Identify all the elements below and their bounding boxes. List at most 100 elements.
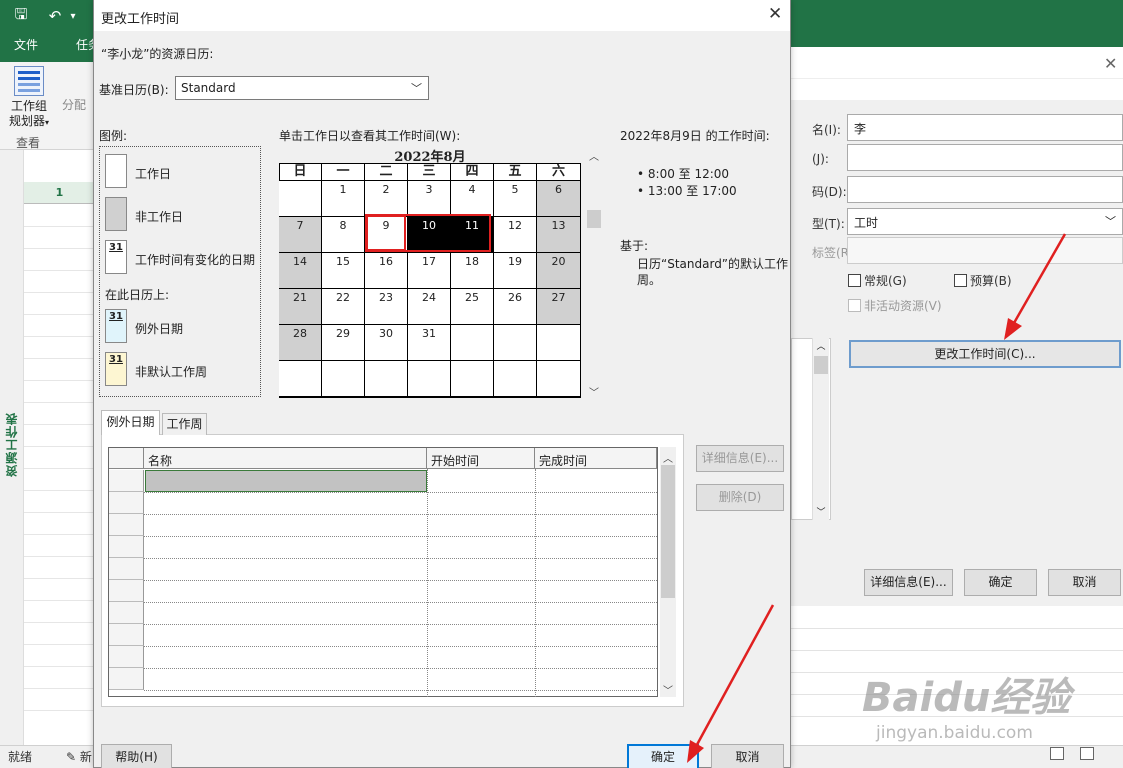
calendar-scrollbar[interactable]: ︿ ﹀ [586,146,602,400]
column-header-finish[interactable]: 完成时间 [535,448,657,469]
base-calendar-select[interactable]: Standard ﹀ [175,76,429,100]
calendar-day[interactable]: 8 [322,217,365,253]
calendar-day[interactable]: 2 [365,181,408,217]
calendar-day[interactable]: 18 [451,253,494,289]
calendar-day[interactable]: 21 [279,289,322,325]
calendar-day[interactable]: 19 [494,253,537,289]
checkbox-box[interactable] [848,274,861,287]
calendar-day[interactable]: 22 [322,289,365,325]
change-working-time-button[interactable]: 更改工作时间(C)... [849,340,1121,368]
chevron-down-icon: ﹀ [1105,215,1116,228]
active-cell[interactable] [145,470,427,492]
resource-ok-button[interactable]: 确定 [964,569,1037,596]
help-button[interactable]: 帮助(H) [101,744,172,768]
close-icon[interactable]: ✕ [768,4,782,24]
row-divider [144,514,657,515]
calendar-day[interactable]: 3 [408,181,451,217]
resource-type-select[interactable]: 工时 ﹀ [847,208,1123,235]
cancel-button[interactable]: 取消 [711,744,784,768]
column-header-name[interactable]: 名称 [144,448,427,469]
grid-line [24,248,95,249]
resource-code-field[interactable] [847,176,1123,203]
column-header-start[interactable]: 开始时间 [427,448,535,469]
calendar-day[interactable]: 20 [537,253,581,289]
delete-button[interactable]: 删除(D) [696,484,784,511]
calendar-day[interactable]: 26 [494,289,537,325]
resource-details-button[interactable]: 详细信息(E)... [864,569,953,596]
calendar-day[interactable]: 27 [537,289,581,325]
grid-line [24,226,95,227]
swatch-day-number: 31 [109,311,123,322]
row-header[interactable] [109,624,144,646]
team-planner-button[interactable]: 工作组 规划器▾ [6,66,52,130]
table-corner-header [109,448,144,469]
calendar-next-month-icon[interactable]: ﹀ [586,384,602,399]
row-header[interactable] [109,470,144,492]
status-new-tasks[interactable]: ✎ 新 [66,748,92,765]
calendar-day[interactable]: 7 [279,217,322,253]
calendar-day[interactable]: 25 [451,289,494,325]
resource-info-scrollbar[interactable]: ︿ ﹀ [812,338,829,520]
qat-dropdown-icon[interactable]: ▾ [68,11,78,22]
grid-line [24,468,95,469]
calendar-scroll-thumb[interactable] [587,210,601,228]
row-header[interactable] [109,514,144,536]
row-header[interactable] [109,646,144,668]
inactive-checkbox[interactable]: 非活动资源(V) [848,297,942,314]
scroll-down-icon[interactable]: ﹀ [660,682,676,697]
tab-exceptions[interactable]: 例外日期 [101,410,160,435]
tab-file[interactable]: 文件 [14,36,38,53]
undo-icon[interactable]: ↶ [42,7,68,25]
assign-button[interactable]: 分配 [62,96,86,113]
scroll-up-icon[interactable]: ︿ [813,339,829,352]
ok-button[interactable]: 确定 [627,744,699,768]
table-scroll-thumb[interactable] [661,465,675,598]
calendar-empty-cell [494,325,537,361]
close-icon[interactable]: ✕ [1104,54,1117,73]
calendar-day[interactable]: 6 [537,181,581,217]
row-header[interactable]: 1 [24,182,95,204]
row-header[interactable] [109,536,144,558]
calendar-day[interactable]: 23 [365,289,408,325]
calendar-day[interactable]: 28 [279,325,322,361]
calendar-day[interactable]: 17 [408,253,451,289]
calendar-day[interactable]: 30 [365,325,408,361]
calendar-day[interactable]: 31 [408,325,451,361]
calendar-day[interactable]: 24 [408,289,451,325]
row-header[interactable] [109,668,144,690]
sheet-view-icon[interactable] [1080,747,1094,760]
exception-day-swatch: 31 [105,309,127,343]
grid-line [24,600,95,601]
resource-name-field[interactable]: 李 [847,114,1123,141]
calendar-day[interactable]: 5 [494,181,537,217]
save-icon[interactable]: 🖫 [8,4,34,29]
resource-initials-field[interactable] [847,144,1123,171]
calendar-prev-month-icon[interactable]: ︿ [586,148,602,163]
material-label-field[interactable] [847,237,1123,264]
budget-checkbox[interactable]: 预算(B) [954,272,1012,289]
calendar-day[interactable]: 29 [322,325,365,361]
scroll-up-icon[interactable]: ︿ [660,450,676,465]
calendar-day[interactable]: 12 [494,217,537,253]
row-header[interactable] [109,580,144,602]
resource-cancel-button[interactable]: 取消 [1048,569,1121,596]
checkbox-box[interactable] [848,299,861,312]
checkbox-box[interactable] [954,274,967,287]
general-checkbox[interactable]: 常规(G) [848,272,907,289]
calendar-day[interactable]: 16 [365,253,408,289]
row-header[interactable] [109,602,144,624]
scroll-thumb[interactable] [814,356,828,374]
gantt-view-icon[interactable] [1050,747,1064,760]
tab-work-weeks[interactable]: 工作周 [162,413,207,435]
calendar-day[interactable]: 14 [279,253,322,289]
calendar-day[interactable]: 4 [451,181,494,217]
grid-line [24,644,95,645]
row-header[interactable] [109,558,144,580]
calendar-day[interactable]: 15 [322,253,365,289]
exception-details-button[interactable]: 详细信息(E)... [696,445,784,472]
grid-line [24,688,95,689]
row-header[interactable] [109,492,144,514]
calendar-day[interactable]: 13 [537,217,581,253]
scroll-down-icon[interactable]: ﹀ [813,505,829,518]
calendar-day[interactable]: 1 [322,181,365,217]
